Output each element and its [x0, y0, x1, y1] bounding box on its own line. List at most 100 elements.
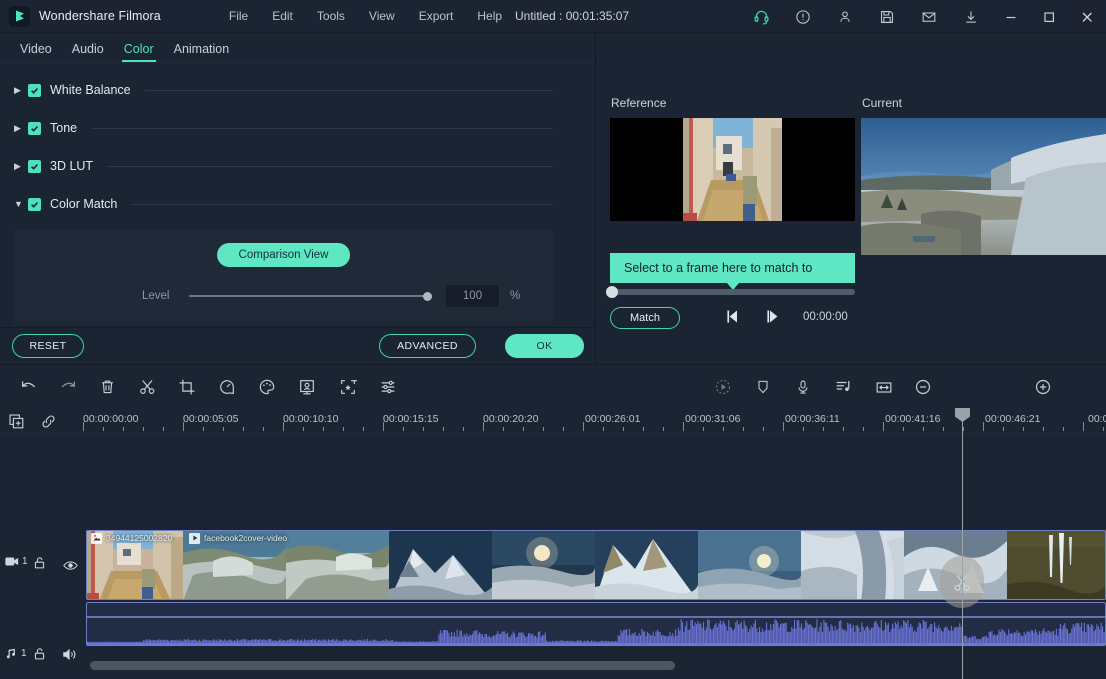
- section-color-match[interactable]: ▼ Color Match: [0, 185, 595, 223]
- render-preview-icon[interactable]: [711, 375, 735, 399]
- timeline-tracks: 1 1: [0, 434, 1106, 679]
- reference-frame-image: [683, 118, 782, 221]
- unlock-icon[interactable]: [33, 556, 46, 575]
- section-white-balance[interactable]: ▶ White Balance: [0, 71, 595, 109]
- marker-icon[interactable]: [751, 375, 775, 399]
- split-scissors-icon[interactable]: [135, 375, 159, 399]
- redo-icon[interactable]: [56, 375, 80, 399]
- chevron-down-icon[interactable]: ▼: [14, 200, 28, 209]
- current-frame-viewer[interactable]: [861, 118, 1106, 255]
- section-label: 3D LUT: [50, 159, 93, 173]
- thumb-ocean2: [286, 531, 389, 599]
- fit-timeline-icon[interactable]: [872, 375, 896, 399]
- section-tone[interactable]: ▶ Tone: [0, 109, 595, 147]
- window-minimize-icon[interactable]: [992, 0, 1030, 33]
- timeline-playhead[interactable]: [962, 408, 963, 679]
- tab-audio[interactable]: Audio: [62, 42, 114, 62]
- green-screen-icon[interactable]: [295, 375, 319, 399]
- unlock-icon[interactable]: [33, 647, 46, 666]
- mail-feedback-icon[interactable]: [908, 0, 950, 33]
- ruler-label: 00:00:41:16: [885, 413, 940, 425]
- advanced-button[interactable]: ADVANCED: [379, 334, 476, 358]
- reference-scrubber-knob[interactable]: [606, 286, 618, 298]
- music-note-icon[interactable]: 1: [5, 647, 27, 659]
- play-icon: [189, 533, 200, 544]
- auto-reframe-icon[interactable]: [336, 375, 360, 399]
- menu-export[interactable]: Export: [407, 5, 466, 27]
- ok-button[interactable]: OK: [505, 334, 584, 358]
- adjust-sliders-icon[interactable]: [376, 375, 400, 399]
- voiceover-mic-icon[interactable]: [791, 375, 815, 399]
- ruler-label: 00:00:46:21: [985, 413, 1040, 425]
- chevron-right-icon[interactable]: ▶: [14, 86, 28, 95]
- preview-timecode: 00:00:00: [803, 311, 848, 323]
- tab-video[interactable]: Video: [10, 42, 62, 62]
- comparison-view-button[interactable]: Comparison View: [217, 243, 351, 267]
- color-palette-icon[interactable]: [255, 375, 279, 399]
- download-icon[interactable]: [950, 0, 992, 33]
- level-slider-knob[interactable]: [423, 292, 432, 301]
- tab-animation[interactable]: Animation: [164, 42, 240, 62]
- audio-waveform: [87, 603, 1105, 645]
- save-project-icon[interactable]: [866, 0, 908, 33]
- timeline-ruler[interactable]: 00:00:00:00 00:00:05:05 00:00:10:10 00:0…: [0, 408, 1106, 434]
- add-track-icon[interactable]: [8, 413, 25, 435]
- color-properties-panel: Video Audio Color Animation ▶ White Bala…: [0, 33, 596, 363]
- link-icon[interactable]: [40, 413, 57, 435]
- eye-visible-icon[interactable]: [63, 558, 78, 576]
- speed-icon[interactable]: [215, 375, 239, 399]
- zoom-out-icon[interactable]: [911, 375, 935, 399]
- audio-mixer-icon[interactable]: [831, 375, 855, 399]
- audio-track-1-header: 1: [0, 634, 85, 678]
- reset-button[interactable]: RESET: [12, 334, 84, 358]
- clip-label-video: facebook2cover-video: [187, 531, 287, 545]
- account-person-icon[interactable]: [824, 0, 866, 33]
- tab-color[interactable]: Color: [114, 42, 164, 62]
- color-sections: ▶ White Balance ▶ Tone ▶: [0, 63, 595, 325]
- video-track-1-header: 1: [0, 530, 85, 600]
- timeline-area: 00:00:00:00 00:00:05:05 00:00:10:10 00:0…: [0, 408, 1106, 679]
- menu-tools[interactable]: Tools: [305, 5, 357, 27]
- thumb-icicles: [1007, 531, 1106, 599]
- chevron-right-icon[interactable]: ▶: [14, 124, 28, 133]
- chevron-right-icon[interactable]: ▶: [14, 162, 28, 171]
- checkbox-3d-lut[interactable]: [28, 160, 41, 173]
- timeline-horizontal-scrollbar[interactable]: [90, 661, 675, 670]
- menu-view[interactable]: View: [357, 5, 407, 27]
- video-camera-icon[interactable]: 1: [5, 556, 28, 567]
- window-maximize-icon[interactable]: [1030, 0, 1068, 33]
- menu-help[interactable]: Help: [465, 5, 514, 27]
- headset-support-icon[interactable]: [740, 0, 782, 33]
- speaker-on-icon[interactable]: [62, 648, 77, 666]
- audio-clip[interactable]: [86, 602, 1106, 646]
- level-value-input[interactable]: [446, 285, 499, 307]
- checkbox-tone[interactable]: [28, 122, 41, 135]
- reference-viewer[interactable]: [610, 118, 855, 221]
- zoom-in-icon[interactable]: [1031, 375, 1055, 399]
- ruler-label: 00:00:36:11: [785, 413, 840, 425]
- menu-file[interactable]: File: [217, 5, 260, 27]
- undo-icon[interactable]: [16, 375, 40, 399]
- match-button[interactable]: Match: [610, 307, 680, 329]
- current-label: Current: [862, 96, 902, 110]
- reference-scrubber[interactable]: [610, 289, 855, 295]
- clip-label-image: 34944125002820: [89, 531, 184, 545]
- level-slider[interactable]: [189, 289, 432, 303]
- step-forward-icon[interactable]: [765, 309, 782, 329]
- delete-trash-icon[interactable]: [95, 375, 119, 399]
- checkbox-color-match[interactable]: [28, 198, 41, 211]
- ruler-label: 00:00:31:06: [685, 413, 740, 425]
- menu-edit[interactable]: Edit: [260, 5, 305, 27]
- info-alert-icon[interactable]: [782, 0, 824, 33]
- editing-toolbar: [0, 364, 1106, 408]
- panel-tab-bar: Video Audio Color Animation: [0, 33, 595, 63]
- crop-icon[interactable]: [175, 375, 199, 399]
- video-track-number: 1: [22, 556, 28, 567]
- section-3d-lut[interactable]: ▶ 3D LUT: [0, 147, 595, 185]
- window-close-icon[interactable]: [1068, 0, 1106, 33]
- thumb-snowdune: [801, 531, 904, 599]
- audio-track-number: 1: [21, 648, 27, 659]
- level-unit: %: [510, 290, 520, 302]
- step-backward-icon[interactable]: [725, 309, 742, 329]
- checkbox-white-balance[interactable]: [28, 84, 41, 97]
